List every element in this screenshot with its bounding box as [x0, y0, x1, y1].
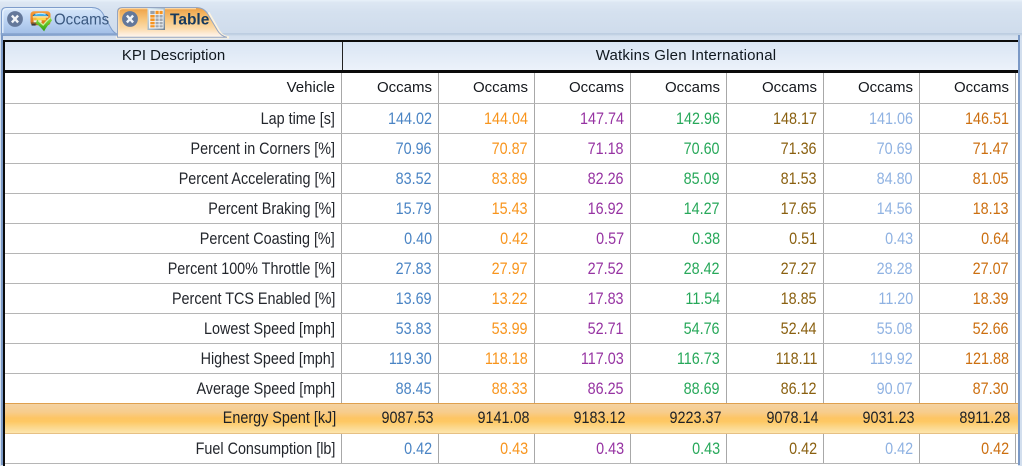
- svg-text:Occams: Occams: [54, 11, 109, 29]
- svg-text:Table: Table: [170, 11, 210, 28]
